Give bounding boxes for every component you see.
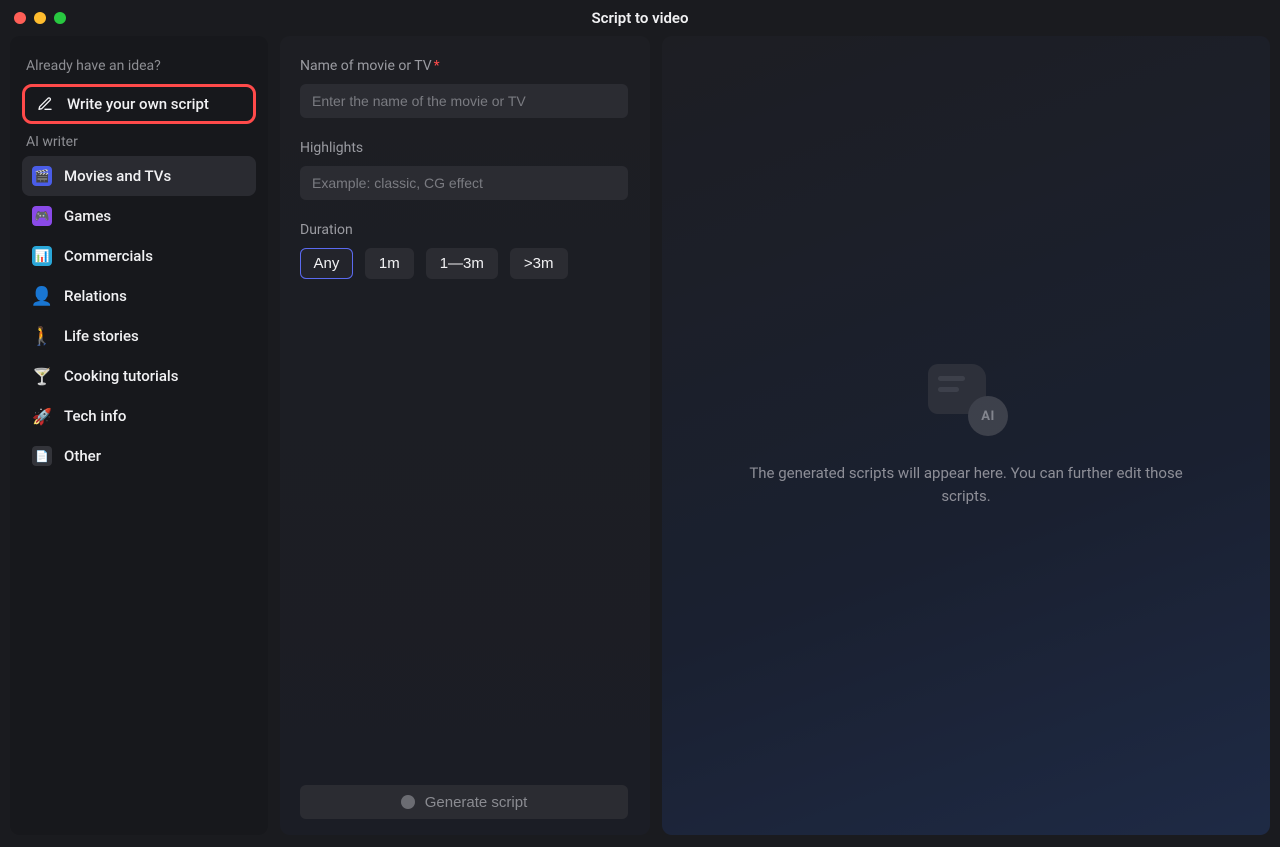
output-empty-icon: AI: [926, 364, 1006, 434]
sidebar-item-other[interactable]: 📄 Other: [22, 436, 256, 476]
sidebar-item-relations[interactable]: 👤 Relations: [22, 276, 256, 316]
name-field-label: Name of movie or TV*: [300, 58, 630, 74]
output-panel: AI The generated scripts will appear her…: [662, 36, 1270, 835]
clapper-icon: 🎬: [32, 166, 52, 186]
sidebar-item-label: Relations: [64, 287, 127, 305]
duration-1m-button[interactable]: 1m: [365, 248, 414, 279]
gamepad-icon: 🎮: [32, 206, 52, 226]
duration-1-3m-button[interactable]: 1—3m: [426, 248, 498, 279]
sidebar-item-label: Other: [64, 447, 101, 465]
required-star-icon: *: [434, 58, 440, 74]
person-icon: 👤: [32, 286, 52, 306]
sidebar-item-label: Games: [64, 207, 111, 225]
sidebar-item-label: Life stories: [64, 327, 139, 345]
window-title: Script to video: [592, 9, 689, 27]
duration-any-button[interactable]: Any: [300, 248, 353, 279]
close-icon[interactable]: [14, 12, 26, 24]
highlights-input[interactable]: [300, 166, 628, 200]
form-panel: Name of movie or TV* Highlights Duration…: [280, 36, 650, 835]
loading-dot-icon: [401, 795, 415, 809]
presentation-icon: 📊: [32, 246, 52, 266]
window-controls: [0, 12, 66, 24]
pencil-icon: [35, 94, 55, 114]
rocket-icon: 🚀: [32, 406, 52, 426]
sidebar-item-tech-info[interactable]: 🚀 Tech info: [22, 396, 256, 436]
sidebar-item-label: Tech info: [64, 407, 126, 425]
sidebar-item-cooking[interactable]: 🍸 Cooking tutorials: [22, 356, 256, 396]
ai-writer-section-label: AI writer: [26, 134, 252, 150]
output-empty-text: The generated scripts will appear here. …: [746, 462, 1186, 507]
maximize-icon[interactable]: [54, 12, 66, 24]
titlebar: Script to video: [0, 0, 1280, 36]
already-have-label: Already have an idea?: [26, 58, 252, 74]
sidebar-item-label: Movies and TVs: [64, 167, 171, 185]
duration-field-label: Duration: [300, 222, 630, 238]
write-own-script-label: Write your own script: [67, 95, 209, 113]
sidebar-item-life-stories[interactable]: 🚶 Life stories: [22, 316, 256, 356]
sidebar-item-label: Cooking tutorials: [64, 367, 178, 385]
generate-script-button[interactable]: Generate script: [300, 785, 628, 819]
duration-gt3m-button[interactable]: >3m: [510, 248, 568, 279]
sidebar-item-movies-tvs[interactable]: 🎬 Movies and TVs: [22, 156, 256, 196]
minimize-icon[interactable]: [34, 12, 46, 24]
generate-script-label: Generate script: [425, 794, 528, 811]
highlights-field-label: Highlights: [300, 140, 630, 156]
sidebar-item-commercials[interactable]: 📊 Commercials: [22, 236, 256, 276]
sidebar: Already have an idea? Write your own scr…: [10, 36, 268, 835]
ai-badge-icon: AI: [968, 396, 1008, 436]
write-own-script-button[interactable]: Write your own script: [22, 84, 256, 124]
document-icon: 📄: [32, 446, 52, 466]
movie-name-input[interactable]: [300, 84, 628, 118]
cocktail-icon: 🍸: [32, 366, 52, 386]
walking-icon: 🚶: [32, 326, 52, 346]
sidebar-item-label: Commercials: [64, 247, 153, 265]
sidebar-item-games[interactable]: 🎮 Games: [22, 196, 256, 236]
